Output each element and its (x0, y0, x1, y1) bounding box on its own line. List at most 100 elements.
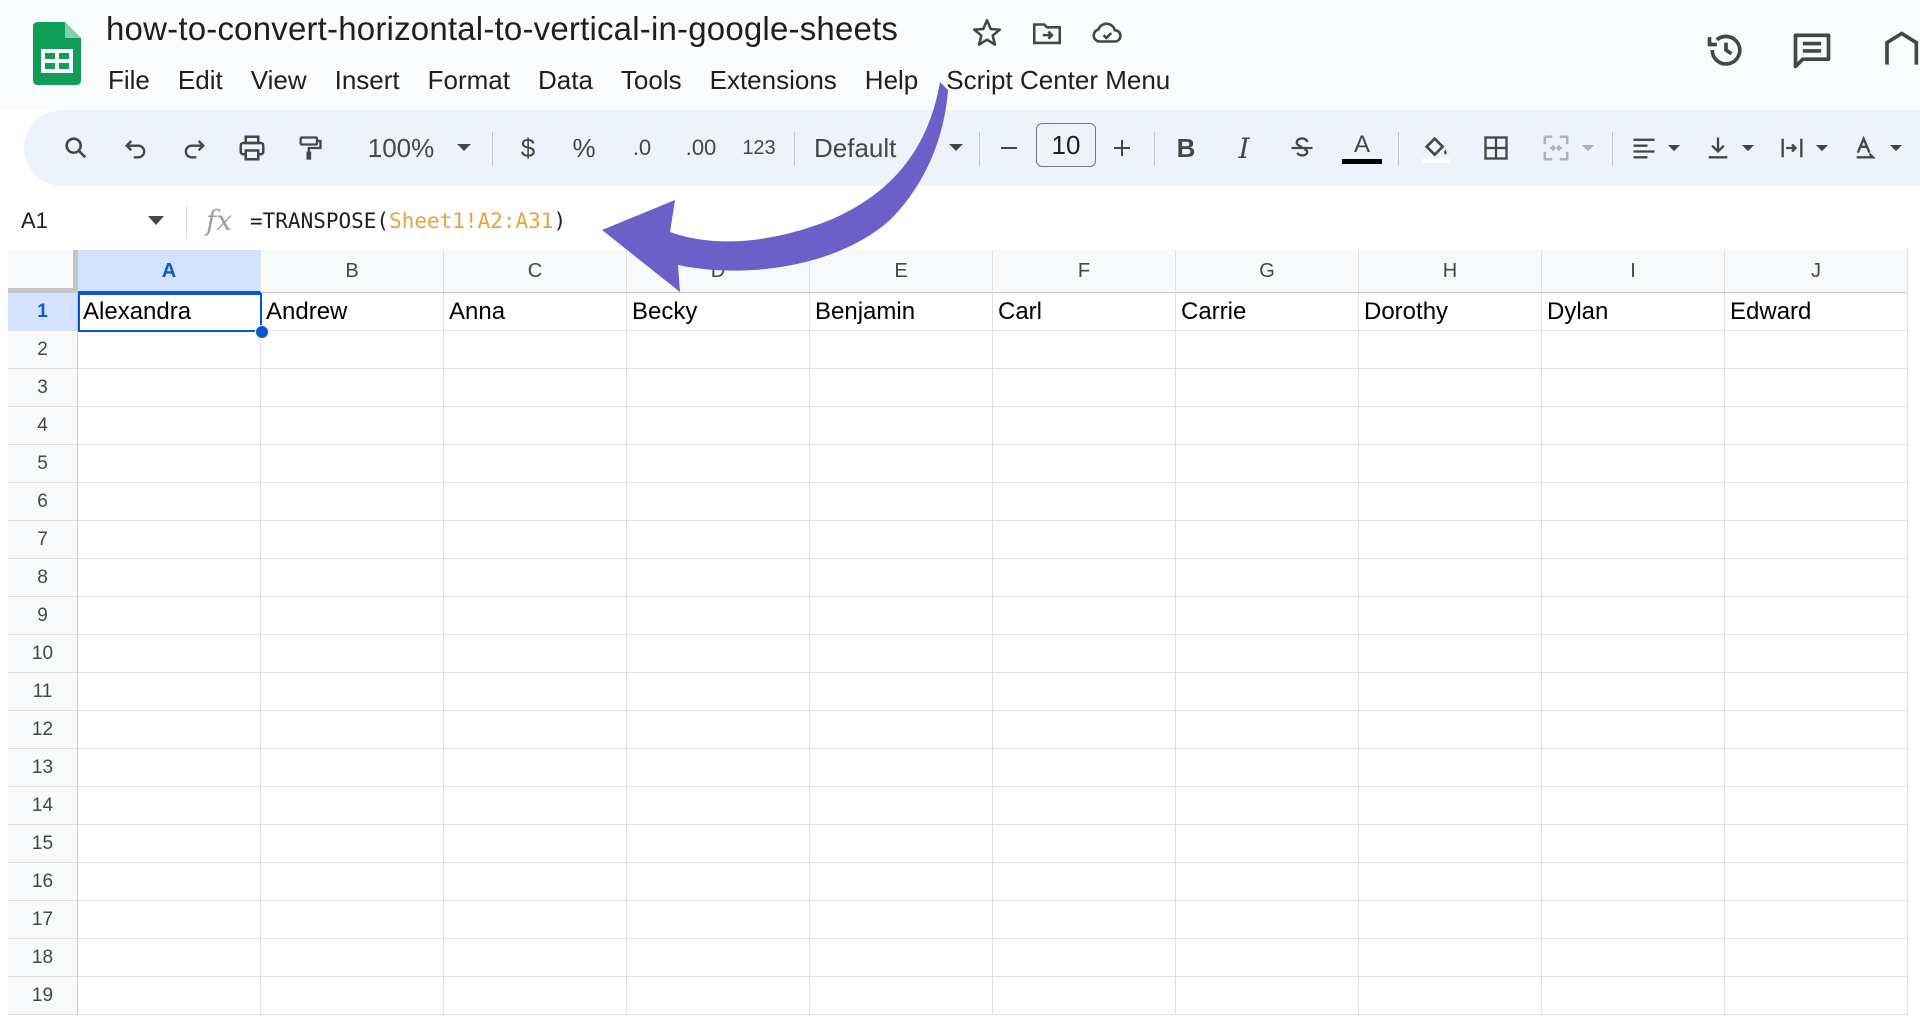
cell-a13[interactable] (78, 749, 261, 787)
cell-i5[interactable] (1542, 445, 1725, 483)
strikethrough-icon[interactable] (1282, 128, 1322, 168)
cell-f5[interactable] (993, 445, 1176, 483)
cell-g3[interactable] (1176, 369, 1359, 407)
cell-j6[interactable] (1725, 483, 1908, 521)
cell-j5[interactable] (1725, 445, 1908, 483)
cell-h14[interactable] (1359, 787, 1542, 825)
cell-f3[interactable] (993, 369, 1176, 407)
cell-d1[interactable]: Becky (627, 293, 810, 331)
cell-i19[interactable] (1542, 977, 1725, 1015)
cell-c7[interactable] (444, 521, 627, 559)
menu-file[interactable]: File (108, 62, 164, 98)
row-header-5[interactable]: 5 (8, 445, 78, 483)
cell-g5[interactable] (1176, 445, 1359, 483)
row-header-1[interactable]: 1 (8, 293, 78, 331)
cell-g1[interactable]: Carrie (1176, 293, 1359, 331)
cell-d2[interactable] (627, 331, 810, 369)
cell-a10[interactable] (78, 635, 261, 673)
row-header-19[interactable]: 19 (8, 977, 78, 1015)
cell-e9[interactable] (810, 597, 993, 635)
align-left-icon[interactable] (1624, 128, 1664, 168)
row-header-8[interactable]: 8 (8, 559, 78, 597)
cell-e11[interactable] (810, 673, 993, 711)
menu-insert[interactable]: Insert (321, 62, 414, 98)
cell-a18[interactable] (78, 939, 261, 977)
cell-j11[interactable] (1725, 673, 1908, 711)
cell-d16[interactable] (627, 863, 810, 901)
cell-g19[interactable] (1176, 977, 1359, 1015)
cell-h10[interactable] (1359, 635, 1542, 673)
cell-i17[interactable] (1542, 901, 1725, 939)
cell-f18[interactable] (993, 939, 1176, 977)
cell-i1[interactable]: Dylan (1542, 293, 1725, 331)
cell-c17[interactable] (444, 901, 627, 939)
cell-a4[interactable] (78, 407, 261, 445)
comments-icon[interactable] (1790, 28, 1834, 72)
text-color-button[interactable]: A (1340, 128, 1384, 168)
cell-f11[interactable] (993, 673, 1176, 711)
cell-d3[interactable] (627, 369, 810, 407)
cell-g13[interactable] (1176, 749, 1359, 787)
cell-h17[interactable] (1359, 901, 1542, 939)
menu-help[interactable]: Help (851, 62, 932, 98)
document-title[interactable]: how-to-convert-horizontal-to-vertical-in… (106, 10, 898, 48)
italic-button[interactable]: I (1224, 128, 1264, 168)
cell-j3[interactable] (1725, 369, 1908, 407)
cell-g11[interactable] (1176, 673, 1359, 711)
cell-g6[interactable] (1176, 483, 1359, 521)
cell-j13[interactable] (1725, 749, 1908, 787)
cell-c8[interactable] (444, 559, 627, 597)
chevron-down-icon[interactable] (944, 128, 968, 168)
cell-i10[interactable] (1542, 635, 1725, 673)
chevron-down-icon[interactable] (1812, 128, 1832, 168)
cell-b7[interactable] (261, 521, 444, 559)
cell-e15[interactable] (810, 825, 993, 863)
cell-i14[interactable] (1542, 787, 1725, 825)
cell-d5[interactable] (627, 445, 810, 483)
cell-i6[interactable] (1542, 483, 1725, 521)
row-header-10[interactable]: 10 (8, 635, 78, 673)
menu-data[interactable]: Data (524, 62, 607, 98)
cell-f8[interactable] (993, 559, 1176, 597)
cell-f4[interactable] (993, 407, 1176, 445)
cell-d15[interactable] (627, 825, 810, 863)
cell-d17[interactable] (627, 901, 810, 939)
select-all-corner[interactable] (8, 250, 78, 293)
cell-c19[interactable] (444, 977, 627, 1015)
cell-g14[interactable] (1176, 787, 1359, 825)
row-header-9[interactable]: 9 (8, 597, 78, 635)
formula-input[interactable]: =TRANSPOSE(Sheet1!A2:A31) (250, 209, 566, 233)
cell-h1[interactable]: Dorothy (1359, 293, 1542, 331)
merge-cells-icon[interactable] (1534, 128, 1578, 168)
print-icon[interactable] (232, 128, 272, 168)
cell-f16[interactable] (993, 863, 1176, 901)
cell-a12[interactable] (78, 711, 261, 749)
cell-b16[interactable] (261, 863, 444, 901)
cell-i8[interactable] (1542, 559, 1725, 597)
row-header-4[interactable]: 4 (8, 407, 78, 445)
cloud-saved-icon[interactable] (1090, 16, 1124, 50)
cell-b14[interactable] (261, 787, 444, 825)
row-header-11[interactable]: 11 (8, 673, 78, 711)
decrease-font-size-icon[interactable] (989, 128, 1029, 168)
cell-d10[interactable] (627, 635, 810, 673)
cell-d9[interactable] (627, 597, 810, 635)
cell-d18[interactable] (627, 939, 810, 977)
cell-h6[interactable] (1359, 483, 1542, 521)
cell-a15[interactable] (78, 825, 261, 863)
cell-c6[interactable] (444, 483, 627, 521)
cell-h12[interactable] (1359, 711, 1542, 749)
chevron-down-icon[interactable] (452, 128, 476, 168)
cell-j7[interactable] (1725, 521, 1908, 559)
cell-b12[interactable] (261, 711, 444, 749)
cell-f10[interactable] (993, 635, 1176, 673)
cell-b10[interactable] (261, 635, 444, 673)
cell-h15[interactable] (1359, 825, 1542, 863)
cell-c15[interactable] (444, 825, 627, 863)
cell-b17[interactable] (261, 901, 444, 939)
cell-i13[interactable] (1542, 749, 1725, 787)
cell-g17[interactable] (1176, 901, 1359, 939)
cell-f1[interactable]: Carl (993, 293, 1176, 331)
cell-c10[interactable] (444, 635, 627, 673)
cell-a19[interactable] (78, 977, 261, 1015)
